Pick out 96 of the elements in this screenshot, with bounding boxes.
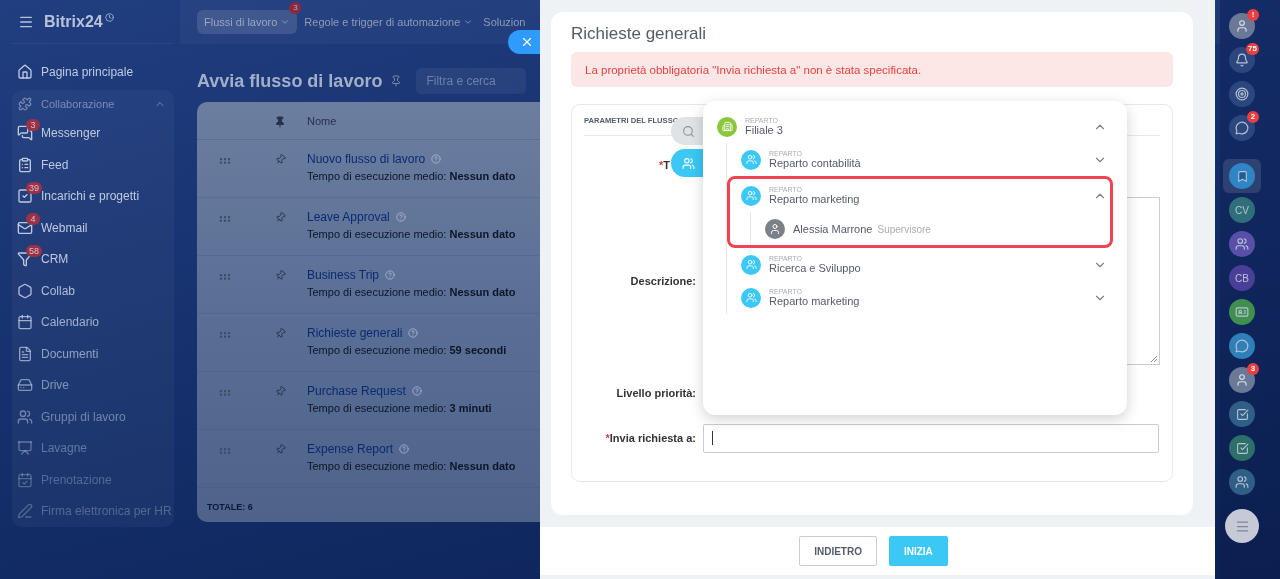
sidebar-item[interactable]: Webmail 4	[12, 212, 174, 244]
count-badge: !	[1247, 9, 1259, 21]
sidebar-item[interactable]: Messenger 3	[12, 117, 174, 149]
chevron-down-icon	[280, 17, 291, 27]
sidebar-item[interactable]: Documenti	[12, 338, 174, 370]
users-icon[interactable]	[1235, 237, 1249, 251]
bookmark-icon[interactable]	[1235, 169, 1249, 183]
chat-icon[interactable]	[1235, 339, 1249, 353]
count-badge: 75	[1246, 43, 1259, 55]
users-icon	[741, 287, 761, 308]
users-icon	[681, 156, 695, 170]
nav-tab[interactable]: Flussi di lavoro	[197, 10, 298, 34]
drive-icon	[17, 377, 33, 394]
close-button[interactable]	[508, 30, 542, 54]
board-icon	[17, 440, 33, 457]
help-icon[interactable]	[385, 270, 396, 280]
pin-icon[interactable]	[390, 75, 403, 87]
field-label: Descrizione:	[629, 275, 696, 287]
users-icon	[741, 149, 761, 170]
help-icon[interactable]	[411, 386, 422, 396]
users-icon	[741, 254, 761, 275]
field-label: Livello priorità:	[615, 387, 696, 399]
group-header[interactable]: Collaborazione	[12, 89, 174, 118]
users-icon[interactable]	[1235, 475, 1249, 489]
workflow-link[interactable]: Expense Report	[307, 442, 394, 456]
sidebar-item[interactable]: Drive	[12, 369, 174, 401]
clipboard-icon	[17, 156, 33, 173]
help-icon[interactable]	[431, 154, 442, 164]
messages-icon	[17, 125, 33, 142]
calendar-check-icon	[17, 471, 33, 488]
task-icon[interactable]	[1235, 441, 1249, 455]
clock-icon	[104, 13, 114, 22]
building-icon	[717, 116, 737, 137]
hexagon-icon	[17, 282, 33, 299]
calendar-icon	[17, 314, 33, 331]
panel-title: Richieste generali	[571, 24, 708, 45]
sidebar-item[interactable]: Calendario	[12, 306, 174, 338]
pin-icon	[274, 115, 286, 128]
total-count: TOTALE: 6	[206, 501, 254, 512]
count-badge: 4	[26, 213, 40, 225]
back-button[interactable]: INDIETRO	[799, 536, 877, 566]
pen-icon	[17, 503, 33, 520]
initials-avatar[interactable]: CV	[1229, 197, 1255, 223]
avatar[interactable]	[1229, 367, 1255, 393]
workflow-meta: Tempo di esecuzione medio: 3 minuti	[307, 402, 492, 414]
help-icon[interactable]	[399, 444, 410, 454]
count-badge: 3	[1247, 363, 1259, 375]
workflow-meta: Tempo di esecuzione medio: Nessun dato	[307, 170, 516, 182]
workflow-meta: Tempo di esecuzione medio: 59 secondi	[307, 344, 507, 356]
nav-tab[interactable]: Soluzion	[480, 14, 529, 30]
help-icon[interactable]	[408, 328, 419, 338]
chat-icon[interactable]	[1235, 121, 1249, 135]
target-icon[interactable]	[1235, 87, 1249, 101]
count-badge: 39	[26, 181, 42, 194]
sidebar-item[interactable]: Feed	[12, 149, 174, 181]
nav-tab[interactable]: Regole e trigger di automazione	[301, 14, 477, 30]
resize-grip-icon[interactable]	[1150, 355, 1157, 362]
page-title: Avvia flusso di lavoro	[197, 70, 383, 92]
user-item[interactable]: Alessia Marrone Supervisore	[765, 212, 1107, 245]
avatar[interactable]	[1229, 13, 1255, 39]
field-label: *Invia richiesta a:	[604, 432, 696, 444]
workflow-meta: Tempo di esecuzione medio: Nessun dato	[307, 228, 516, 240]
workflow-link[interactable]: Nuovo flusso di lavoro	[307, 152, 426, 166]
count-badge: 2	[1247, 111, 1259, 123]
users-icon	[17, 408, 33, 425]
workflow-meta: Tempo di esecuzione medio: Nessun dato	[307, 460, 516, 472]
logo[interactable]: Bitrix24	[44, 12, 103, 31]
document-icon	[17, 345, 33, 362]
puzzle-icon	[18, 96, 32, 111]
user-icon	[765, 218, 785, 239]
chevron-down-icon	[463, 17, 474, 27]
sidebar-item[interactable]: Gruppi di lavoro	[12, 401, 174, 433]
column-header: Nome	[307, 114, 337, 127]
help-icon[interactable]	[395, 212, 406, 222]
error-message: La proprietà obbligatoria "Invia richiesta a" non è stata specificata.	[571, 52, 1173, 87]
contact-card-icon[interactable]	[1235, 305, 1249, 319]
sidebar-item[interactable]: Collab	[12, 275, 174, 307]
initials-avatar[interactable]: CB	[1229, 265, 1255, 291]
count-badge: 58	[26, 244, 42, 257]
sidebar-item[interactable]: Lavagne	[12, 432, 174, 464]
workflow-link[interactable]: Leave Approval	[307, 210, 390, 224]
close-icon	[520, 35, 534, 49]
users-icon	[741, 185, 761, 206]
workflow-link[interactable]: Richieste generali	[307, 326, 403, 340]
workflow-meta: Tempo di esecuzione medio: Nessun dato	[307, 286, 516, 298]
workflow-link[interactable]: Purchase Request	[307, 384, 406, 398]
input-field[interactable]	[703, 423, 1159, 453]
home-icon	[17, 63, 33, 80]
count-badge: 3	[26, 118, 40, 131]
search-icon	[681, 124, 695, 138]
workflow-link[interactable]: Business Trip	[307, 268, 380, 282]
bell-icon[interactable]	[1235, 53, 1249, 67]
task-icon[interactable]	[1235, 407, 1249, 421]
field-label: *T	[658, 159, 670, 171]
sidebar-item[interactable]: Pagina principale	[12, 56, 174, 88]
count-badge: 3	[289, 2, 302, 14]
